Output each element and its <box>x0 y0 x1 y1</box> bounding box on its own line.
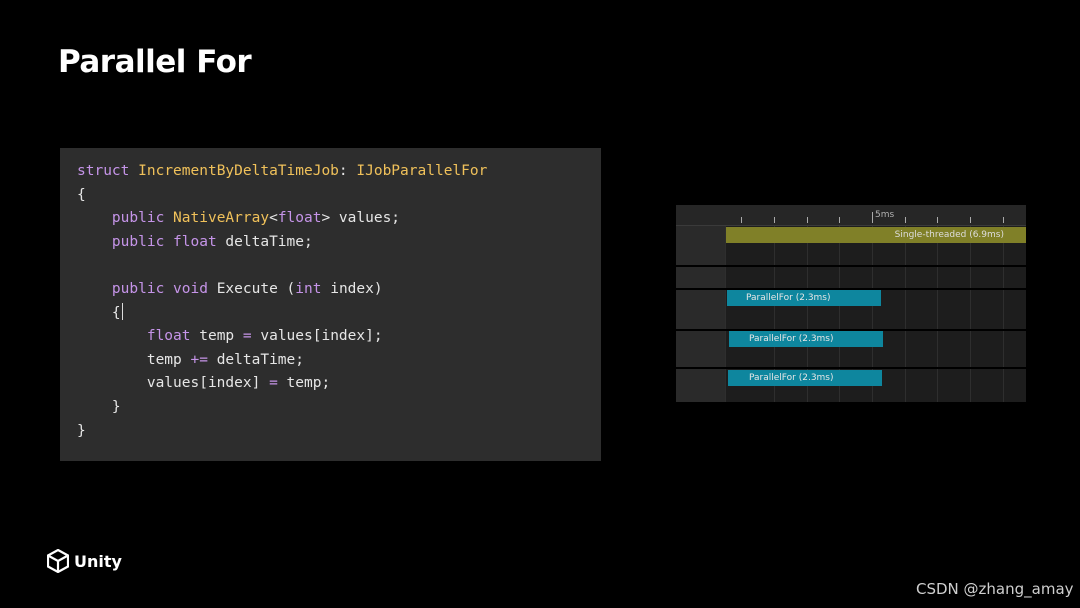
code-token: = <box>269 375 278 392</box>
code-token: } <box>111 398 121 415</box>
ruler-tick <box>774 217 775 223</box>
parallel-for-bar[interactable]: ParallelFor (2.3ms) <box>729 331 883 347</box>
code-token: struct <box>77 163 130 179</box>
code-token: public <box>111 210 165 227</box>
code-token: = <box>242 328 252 345</box>
code-line: public void Execute (int index) <box>77 278 487 302</box>
single-threaded-bar[interactable]: Single-threaded (6.9ms) <box>726 227 1026 243</box>
code-token: public <box>111 280 165 297</box>
parallel-for-bar[interactable]: ParallelFor (2.3ms) <box>727 290 881 306</box>
watermark: CSDN @zhang_amay <box>916 580 1074 598</box>
code-token: public <box>111 233 165 250</box>
code-token: { <box>77 186 86 203</box>
profiler-time-ruler: 5ms <box>676 205 1026 226</box>
code-token: NativeArray <box>173 210 270 227</box>
code-token: float <box>173 233 217 250</box>
code-token: int <box>295 280 322 297</box>
code-panel: struct IncrementByDeltaTimeJob: IJobPara… <box>60 148 601 461</box>
ruler-tick <box>741 217 742 223</box>
code-token: > values; <box>321 210 401 227</box>
ruler-tick <box>807 217 808 223</box>
code-token: : <box>338 163 357 179</box>
parallel-for-bar[interactable]: ParallelFor (2.3ms) <box>728 370 882 386</box>
code-token: Execute ( <box>207 280 296 297</box>
code-token: IJobParallelFor <box>356 163 488 179</box>
code-line: } <box>77 420 487 444</box>
code-token: void <box>173 280 208 297</box>
code-token: float <box>146 328 191 345</box>
code-line: { <box>77 302 487 326</box>
code-token: < <box>269 210 278 227</box>
ruler-tick <box>970 217 971 223</box>
code-token: deltaTime; <box>207 351 304 368</box>
code-token: float <box>277 210 322 227</box>
code-token: deltaTime; <box>216 233 313 250</box>
ruler-tick <box>1003 217 1004 223</box>
code-line: public float deltaTime; <box>77 231 487 255</box>
code-token: values[index]; <box>251 328 383 345</box>
code-token: index) <box>321 280 383 297</box>
unity-logo-text: Unity <box>74 551 122 571</box>
code-token: values[index] <box>146 375 270 392</box>
code-line: struct IncrementByDeltaTimeJob: IJobPara… <box>77 160 487 184</box>
profiler-thread-column <box>676 205 725 402</box>
ruler-tick <box>937 217 938 223</box>
code-token: { <box>111 304 121 321</box>
profiler-timeline: 5ms Single-threaded (6.9ms) ParallelFor … <box>676 205 1026 402</box>
code-token: } <box>77 422 86 439</box>
code-token: += <box>190 351 208 368</box>
slide-title: Parallel For <box>58 44 252 80</box>
code-line: } <box>77 396 487 420</box>
code-token: temp; <box>277 375 331 392</box>
text-caret <box>121 302 123 320</box>
ruler-label: 5ms <box>875 210 895 220</box>
code-line: public NativeArray<float> values; <box>77 207 487 231</box>
code-token: temp <box>190 328 243 345</box>
ruler-tick <box>905 217 906 223</box>
code-line: temp += deltaTime; <box>77 349 487 373</box>
code-token: temp <box>146 351 191 368</box>
unity-cube-icon <box>47 549 69 573</box>
ruler-tick <box>839 217 840 223</box>
ruler-tick-major <box>872 212 873 223</box>
code-line: float temp = values[index]; <box>77 325 487 349</box>
code-line: values[index] = temp; <box>77 372 487 396</box>
code-token: IncrementByDeltaTimeJob <box>138 163 339 179</box>
code-block: struct IncrementByDeltaTimeJob: IJobPara… <box>77 160 487 443</box>
code-line: { <box>77 184 487 208</box>
unity-logo: Unity <box>47 549 122 573</box>
